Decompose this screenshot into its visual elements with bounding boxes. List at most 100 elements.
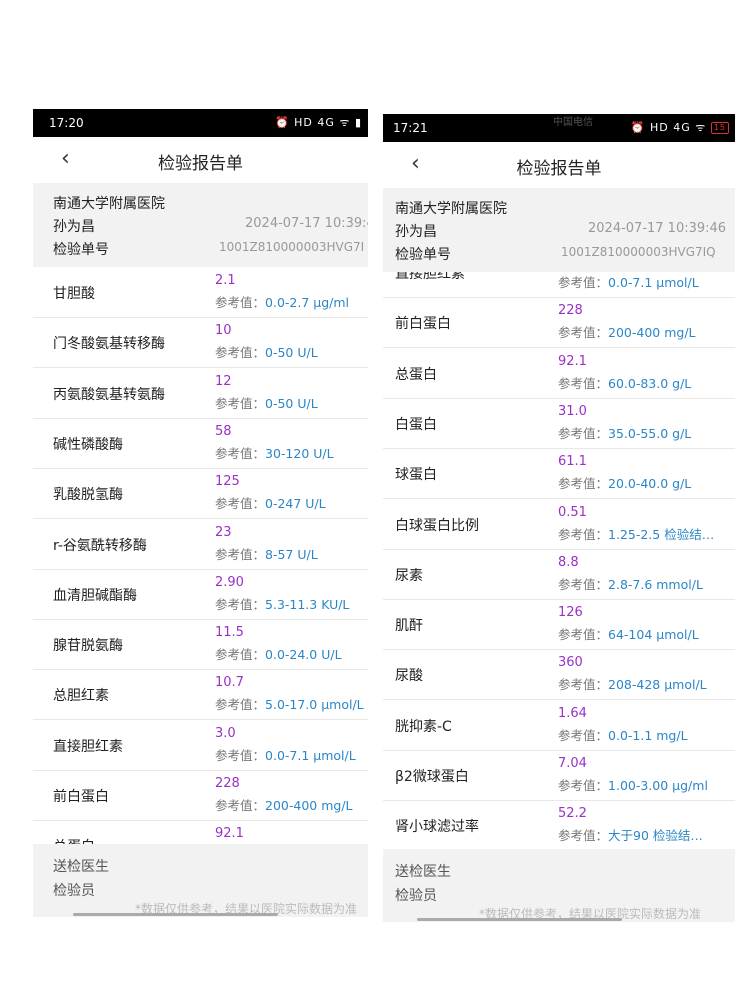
status-icons: ⏰ HD 4G ᯤ ▮ bbox=[274, 116, 362, 129]
test-name: 总蛋白 bbox=[53, 836, 95, 844]
home-indicator[interactable] bbox=[417, 918, 622, 921]
report-footer: 送检医生 检验员 *数据仅供参考，结果以医院实际数据为准 bbox=[383, 849, 735, 922]
reference-range: 参考值：0.0-1.1 mg/L bbox=[558, 725, 688, 744]
reference-label: 参考值： bbox=[558, 677, 609, 693]
reference-label: 参考值： bbox=[558, 476, 609, 492]
report-info: 南通大学附属医院 孙为昌 2024-07-17 10:39:46 检验单号 10… bbox=[383, 188, 735, 272]
reference-label: 参考值： bbox=[558, 727, 609, 743]
result-row[interactable]: 乳酸脱氢酶 125 参考值：0-247 U/L bbox=[33, 468, 368, 520]
test-value: 58 bbox=[215, 423, 232, 439]
test-name: 总蛋白 bbox=[395, 366, 437, 383]
reference-label: 参考值： bbox=[215, 647, 266, 663]
test-name: 前白蛋白 bbox=[53, 789, 109, 805]
result-row[interactable]: 前白蛋白 228 参考值：200-400 mg/L bbox=[33, 770, 368, 821]
reference-value: 0.0-24.0 U/L bbox=[265, 647, 342, 663]
reference-value: 200-400 mg/L bbox=[265, 798, 353, 813]
reference-label: 参考值： bbox=[558, 627, 609, 643]
reference-label: 参考值： bbox=[558, 778, 609, 793]
reference-value: 20.0-40.0 g/L bbox=[608, 476, 692, 492]
test-name: 总胆红素 bbox=[53, 688, 109, 705]
result-row[interactable]: 血清胆碱酯酶 2.90 参考值：5.3-11.3 KU/L bbox=[33, 569, 368, 620]
reference-value: 8-57 U/L bbox=[265, 546, 318, 562]
result-row[interactable]: 丙氨酸氨基转氨酶 12 参考值：0-50 U/L bbox=[33, 368, 368, 419]
reference-range: 参考值：0.0-7.1 μmol/L bbox=[558, 272, 699, 291]
result-row[interactable]: β2微球蛋白 7.04 参考值：1.00-3.00 μg/ml bbox=[383, 750, 735, 801]
reference-label: 参考值： bbox=[558, 526, 609, 542]
test-value: 125 bbox=[215, 474, 240, 490]
reference-value: 30-120 U/L bbox=[265, 445, 334, 461]
reference-label: 参考值： bbox=[558, 275, 609, 290]
right-screenshot: 17:21 中国电信 ⏰ HD 4G ᯤ 15 ‹ 检验报告单 南通大学附属医院… bbox=[383, 114, 735, 922]
test-name: 血清胆碱酯酶 bbox=[53, 587, 137, 604]
test-name: 球蛋白 bbox=[395, 467, 437, 484]
status-icons: ⏰ HD 4G ᯤ 15 bbox=[631, 120, 729, 135]
reference-value: 大于90 检验结… bbox=[608, 828, 703, 844]
test-name: 肾小球滤过率 bbox=[395, 819, 479, 836]
result-row[interactable]: 直接胆红素 参考值：0.0-7.1 μmol/L bbox=[383, 272, 735, 298]
status-time: 17:21 bbox=[393, 121, 428, 135]
reference-value: 1.00-3.00 μg/ml bbox=[608, 778, 708, 793]
test-value: 92.1 bbox=[215, 826, 244, 842]
test-value: 8.8 bbox=[558, 554, 579, 570]
result-list[interactable]: 直接胆红素 参考值：0.0-7.1 μmol/L 前白蛋白 228 参考值：200-40… bbox=[383, 272, 735, 849]
reference-range: 参考值：5.0-17.0 μmol/L bbox=[215, 694, 364, 713]
test-value: 126 bbox=[558, 605, 583, 621]
test-name: 碱性磷酸酶 bbox=[53, 436, 123, 453]
reference-value: 0.0-7.1 μmol/L bbox=[608, 275, 699, 290]
reference-range: 参考值：5.3-11.3 KU/L bbox=[215, 594, 349, 613]
reference-label: 参考值： bbox=[215, 295, 266, 310]
test-value: 23 bbox=[215, 524, 232, 540]
result-row[interactable]: 肾小球滤过率 52.2 参考值：大于90 检验结… bbox=[383, 800, 735, 849]
test-name: 甘胆酸 bbox=[53, 286, 95, 302]
result-row[interactable]: 球蛋白 61.1 参考值：20.0-40.0 g/L bbox=[383, 448, 735, 500]
result-row[interactable]: 尿酸 360 参考值：208-428 μmol/L bbox=[383, 649, 735, 701]
reference-range: 参考值：大于90 检验结… bbox=[558, 825, 703, 844]
reference-value: 0-50 U/L bbox=[265, 395, 318, 411]
result-row[interactable]: 白蛋白 31.0 参考值：35.0-55.0 g/L bbox=[383, 398, 735, 449]
result-list[interactable]: 甘胆酸 2.1 参考值：0.0-2.7 μg/ml 门冬酸氨基转移酶 10 参考值：0-5… bbox=[33, 267, 368, 844]
reference-value: 0-247 U/L bbox=[265, 496, 326, 512]
test-value: 52.2 bbox=[558, 806, 587, 822]
carrier-name: 中国电信 bbox=[553, 117, 593, 128]
result-row[interactable]: 总蛋白 92.1 参考值：60.0-83.0 g/L bbox=[383, 348, 735, 399]
reference-range: 参考值：0-50 U/L bbox=[215, 393, 318, 412]
result-row[interactable]: 腺苷脱氨酶 11.5 参考值：0.0-24.0 U/L bbox=[33, 619, 368, 671]
reference-value: 0-50 U/L bbox=[265, 345, 318, 361]
result-row[interactable]: 白球蛋白比例 0.51 参考值：1.25-2.5 检验结… bbox=[383, 499, 735, 550]
result-row[interactable]: 直接胆红素 3.0 参考值：0.0-7.1 μmol/L bbox=[33, 720, 368, 771]
reference-label: 参考值： bbox=[215, 596, 266, 612]
order-number: 1001Z810000003HVG7I bbox=[219, 240, 365, 254]
result-row[interactable]: 肌酐 126 参考值：64-104 μmol/L bbox=[383, 599, 735, 651]
test-name: 直接胆红素 bbox=[395, 272, 465, 282]
result-row[interactable]: 胱抑素-C 1.64 参考值：0.0-1.1 mg/L bbox=[383, 700, 735, 751]
reference-label: 参考值： bbox=[215, 747, 266, 763]
test-name: 胱抑素-C bbox=[395, 718, 452, 735]
reference-range: 参考值：0.0-2.7 μg/ml bbox=[215, 292, 349, 311]
test-name: r-谷氨酰转移酶 bbox=[53, 537, 147, 554]
result-row[interactable]: 甘胆酸 2.1 参考值：0.0-2.7 μg/ml bbox=[33, 267, 368, 318]
result-row[interactable]: 总蛋白 92.1 bbox=[33, 820, 368, 844]
reference-range: 参考值：0-247 U/L bbox=[215, 493, 326, 512]
test-value: 7.04 bbox=[558, 756, 587, 771]
test-value: 61.1 bbox=[558, 454, 587, 470]
order-number-label: 检验单号 bbox=[53, 242, 109, 258]
result-row[interactable]: r-谷氨酰转移酶 23 参考值：8-57 U/L bbox=[33, 519, 368, 570]
reference-range: 参考值：200-400 mg/L bbox=[215, 795, 353, 814]
test-value: 3.0 bbox=[215, 725, 236, 741]
reference-range: 参考值：0-50 U/L bbox=[215, 342, 318, 361]
hospital-name: 南通大学附属医院 bbox=[395, 201, 507, 217]
reference-value: 60.0-83.0 g/L bbox=[608, 375, 692, 391]
page-title: 检验报告单 bbox=[158, 154, 243, 174]
test-value: 11.5 bbox=[215, 625, 244, 641]
result-row[interactable]: 总胆红素 10.7 参考值：5.0-17.0 μmol/L bbox=[33, 669, 368, 721]
result-row[interactable]: 门冬酸氨基转移酶 10 参考值：0-50 U/L bbox=[33, 317, 368, 369]
reference-label: 参考值： bbox=[558, 576, 609, 592]
report-footer: 送检医生 检验员 *数据仅供参考，结果以医院实际数据为准 bbox=[33, 844, 368, 917]
result-row[interactable]: 碱性磷酸酶 58 参考值：30-120 U/L bbox=[33, 418, 368, 469]
result-row[interactable]: 尿素 8.8 参考值：2.8-7.6 mmol/L bbox=[383, 549, 735, 600]
test-value: 10.7 bbox=[215, 675, 244, 691]
result-row[interactable]: 前白蛋白 228 参考值：200-400 mg/L bbox=[383, 297, 735, 349]
test-name: 门冬酸氨基转移酶 bbox=[53, 336, 165, 353]
test-value: 2.1 bbox=[215, 273, 236, 288]
home-indicator[interactable] bbox=[73, 913, 278, 916]
